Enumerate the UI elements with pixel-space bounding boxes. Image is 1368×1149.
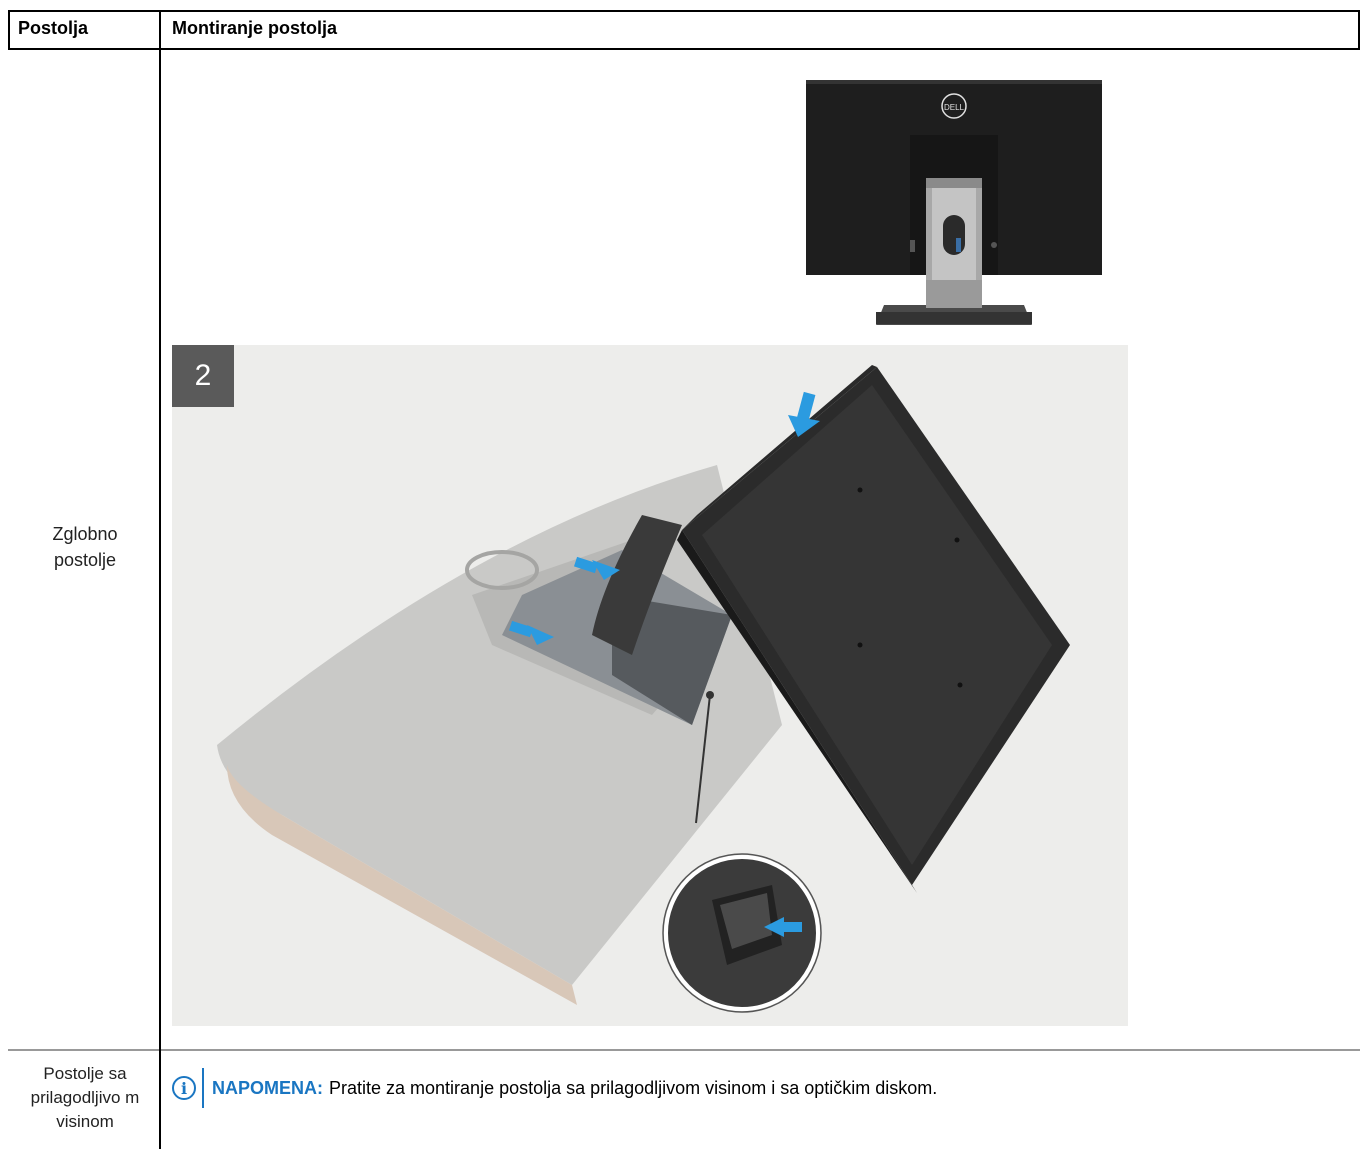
header-bottom-border — [8, 48, 1360, 50]
note-label: NAPOMENA: — [212, 1077, 323, 1098]
note-text: Pratite za montiranje postolja sa prilag… — [329, 1077, 938, 1098]
dell-logo-small: DELL — [944, 103, 965, 112]
table-left-border — [8, 10, 10, 50]
row-divider — [8, 1049, 1360, 1051]
note-accent-bar — [202, 1068, 204, 1108]
row-label-postolje-prilagodljivo: Postolje sa prilagodljivo m visinom — [30, 1064, 140, 1131]
header-montiranje-postolja: Montiranje postolja — [172, 18, 338, 38]
column-divider — [159, 10, 161, 1149]
step-2-image: 2 — [172, 345, 1128, 1026]
table-top-border — [8, 10, 1360, 12]
monitor-rear-image: DELL — [806, 80, 1102, 330]
header-postolja: Postolja — [18, 18, 89, 38]
info-icon: i — [172, 1076, 196, 1100]
row-label-zglobno-postolje: Zglobno postolje — [52, 524, 118, 570]
stand-table: Postolja Montiranje postolja Zglobno pos… — [0, 0, 1368, 1149]
table-right-border — [1358, 10, 1360, 50]
note-box: i NAPOMENA: Pratite za montiranje postol… — [172, 1066, 937, 1110]
